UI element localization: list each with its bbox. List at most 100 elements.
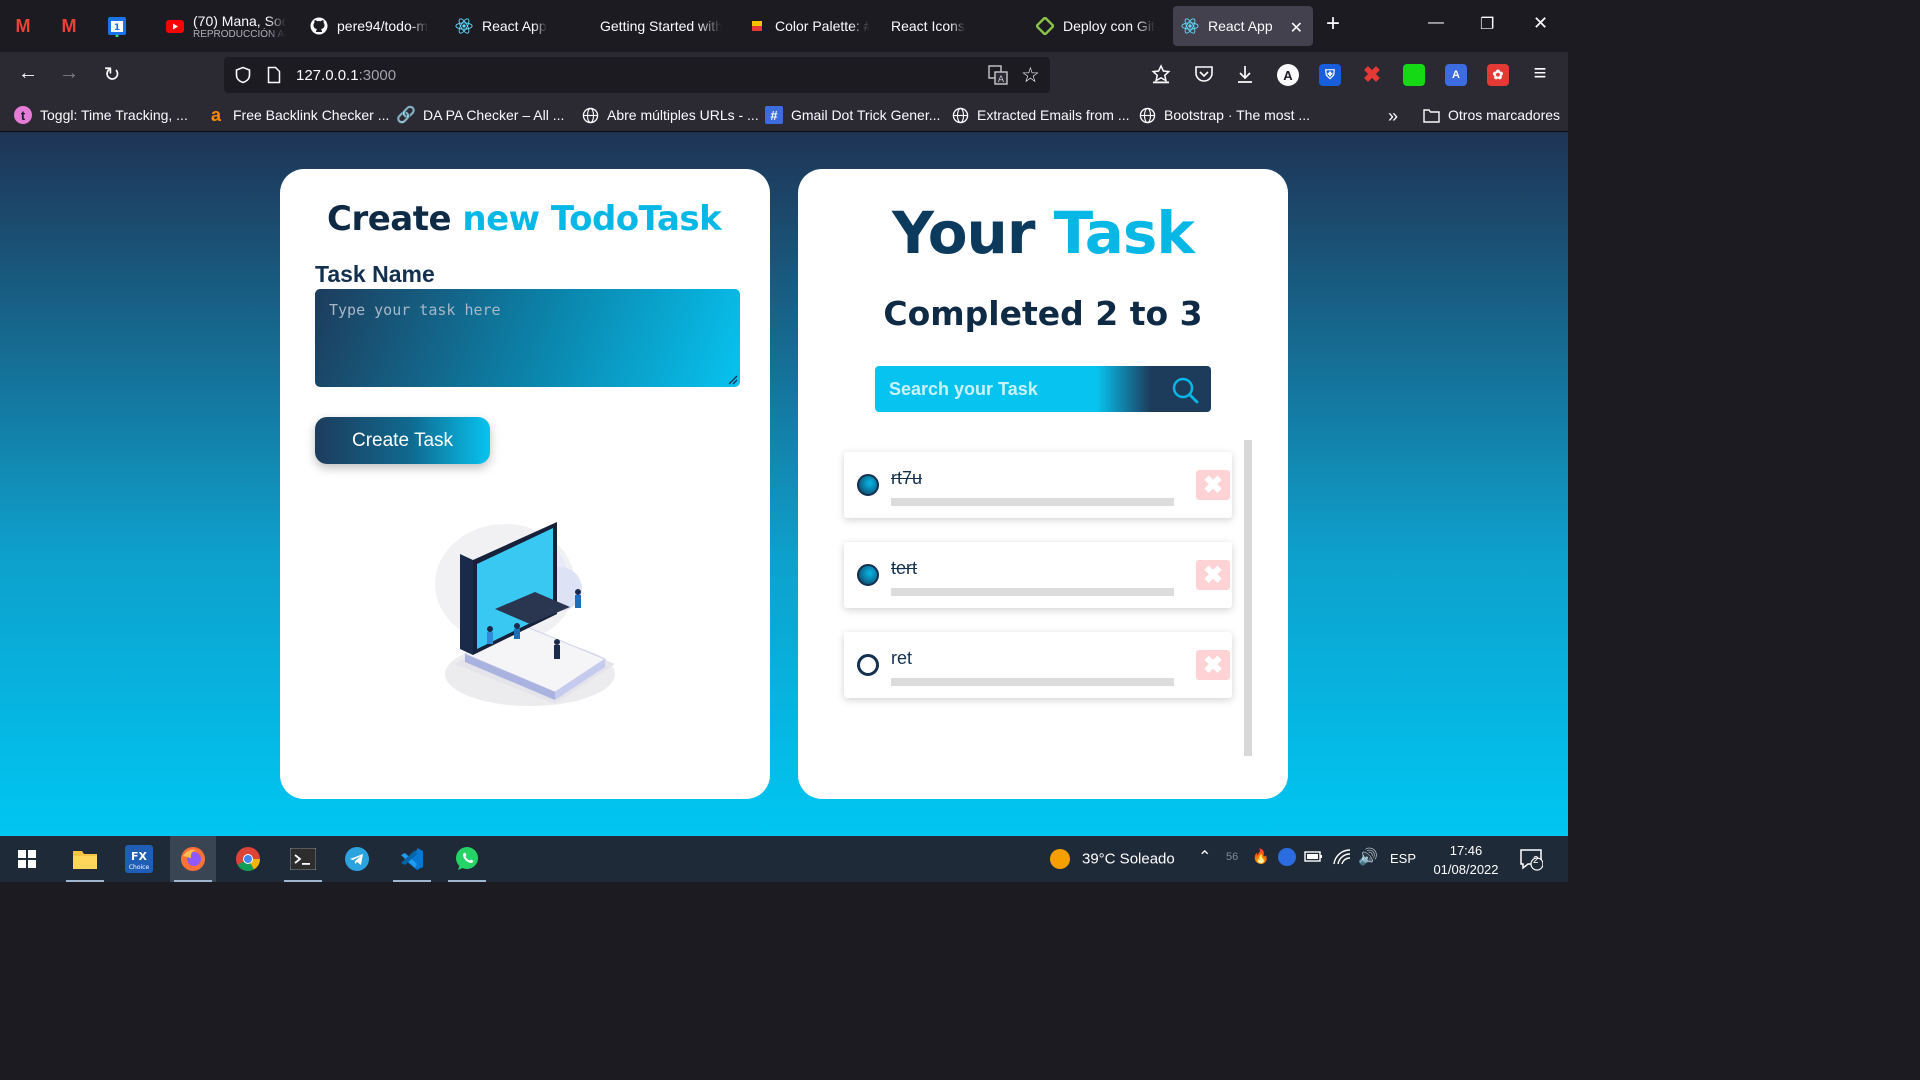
tab-react-app-active[interactable]: React App ✕ [1173, 6, 1313, 46]
task-divider [891, 588, 1174, 596]
url-text: 127.0.0.1:3000 [296, 67, 396, 84]
globe-icon [951, 106, 969, 124]
gmail-pinned-icon[interactable]: M [10, 13, 36, 39]
task-list-scrollbar[interactable] [1244, 440, 1252, 756]
back-icon[interactable]: ← [15, 62, 41, 85]
task-name-input[interactable] [315, 289, 740, 387]
fx-choice-icon[interactable]: FX Choice [116, 836, 162, 882]
close-tab-icon[interactable]: ✕ [1290, 18, 1303, 38]
task-check-icon[interactable] [857, 654, 879, 676]
window-close-icon[interactable]: ✕ [1533, 13, 1548, 34]
vscode-icon[interactable] [389, 836, 435, 882]
terminal-icon[interactable] [280, 836, 326, 882]
workspace-illustration [435, 522, 615, 706]
tray-app-icon[interactable] [1278, 848, 1296, 869]
bitwarden-icon[interactable]: ⛨ [1319, 64, 1341, 86]
tab-label: React Icons [891, 18, 965, 34]
restore-icon[interactable]: ❐ [1480, 14, 1494, 34]
task-check-icon[interactable] [857, 474, 879, 496]
weather-text: 39°C Soleado [1082, 850, 1175, 868]
github-icon [310, 17, 328, 35]
notifications-icon[interactable]: 2 [1519, 847, 1544, 874]
downloads-icon[interactable] [1234, 63, 1256, 90]
bookmarks-overflow-icon[interactable]: » [1388, 106, 1398, 127]
calendar-pinned-icon[interactable]: 1 [104, 13, 130, 39]
bookmark-item[interactable]: t Toggl: Time Tracking, ... [14, 106, 188, 124]
tab-deploy-git[interactable]: Deploy con Git [1028, 6, 1158, 46]
puzzle-extension-icon[interactable]: ✿ [1487, 64, 1509, 86]
delete-task-icon[interactable]: ✖ [1196, 650, 1230, 680]
search-icon[interactable] [1171, 376, 1199, 404]
tab-getting-started[interactable]: Getting Started with [592, 6, 722, 46]
reload-icon[interactable]: ↻ [99, 62, 125, 87]
whatsapp-icon[interactable] [444, 836, 490, 882]
bookmark-item[interactable]: Bootstrap · The most ... [1138, 106, 1310, 124]
other-bookmarks[interactable]: Otros marcadores [1422, 106, 1560, 124]
file-explorer-icon[interactable] [62, 836, 108, 882]
tab-react-icons[interactable]: React Icons [883, 6, 1013, 46]
bookmarks-menu-icon[interactable] [1150, 63, 1172, 90]
telegram-icon[interactable] [334, 836, 380, 882]
task-text: rt7u [891, 468, 923, 488]
task-check-icon[interactable] [857, 564, 879, 586]
bookmark-item[interactable]: Extracted Emails from ... [951, 106, 1129, 124]
green-extension-icon[interactable] [1403, 64, 1425, 86]
wifi-icon[interactable] [1332, 848, 1352, 869]
account-avatar-icon[interactable]: A [1277, 64, 1299, 86]
firefox-icon[interactable] [170, 836, 216, 882]
translate-icon[interactable]: A [988, 65, 1008, 90]
extension-x-icon[interactable]: ✖ [1361, 62, 1383, 87]
completed-counter: Completed 2 to 3 [883, 294, 1203, 333]
tab-youtube[interactable]: (70) Mana, Sod REPRODUCCIÓN AL [158, 6, 286, 46]
bookmark-item[interactable]: a Free Backlink Checker ... [207, 105, 389, 125]
weather-widget[interactable]: 39°C Soleado [1050, 849, 1175, 869]
title-accent: new TodoTask [462, 199, 722, 239]
git-icon [1036, 17, 1054, 35]
task-name-label: Task Name [315, 261, 435, 287]
folder-icon [1422, 106, 1440, 124]
tab-label: React App [482, 18, 547, 34]
clock[interactable]: 17:46 01/08/2022 [1430, 841, 1502, 879]
battery-icon[interactable] [1304, 848, 1324, 867]
pocket-icon[interactable] [1193, 63, 1215, 90]
title-part: Create [327, 199, 452, 239]
task-item: rt7u ✖ [844, 452, 1232, 518]
minimize-icon[interactable]: — [1428, 14, 1444, 32]
url-bar[interactable]: 127.0.0.1:3000 A ☆ [224, 57, 1050, 93]
create-task-button[interactable]: Create Task [315, 417, 490, 464]
page-info-icon[interactable] [267, 66, 281, 89]
shield-icon[interactable] [234, 66, 252, 89]
forward-icon[interactable]: → [56, 62, 82, 85]
bookmark-item[interactable]: # Gmail Dot Trick Gener... [765, 106, 940, 124]
clock-date: 01/08/2022 [1433, 862, 1499, 877]
bookmark-star-icon[interactable]: ☆ [1021, 63, 1040, 88]
task-divider [891, 498, 1174, 506]
volume-icon[interactable]: 🔊 [1358, 847, 1378, 867]
bookmark-label: DA PA Checker – All ... [423, 107, 565, 123]
svg-text:FX: FX [131, 850, 148, 863]
link-icon: 🔗 [396, 107, 416, 124]
delete-task-icon[interactable]: ✖ [1196, 470, 1230, 500]
search-input[interactable] [875, 366, 1155, 412]
tab-github[interactable]: pere94/todo-m [302, 6, 432, 46]
resize-handle-icon[interactable] [726, 373, 738, 385]
sun-icon [1050, 849, 1070, 869]
bookmark-item[interactable]: Abre múltiples URLs - ... [581, 106, 759, 124]
toggl-icon: t [14, 106, 32, 124]
tab-react-app[interactable]: React App [447, 6, 577, 46]
url-host: 127.0.0.1 [296, 67, 359, 84]
tray-flame-icon[interactable]: 🔥 [1252, 848, 1269, 865]
youtube-icon [166, 17, 184, 35]
windows-start-icon[interactable] [4, 836, 50, 882]
hamburger-menu-icon[interactable]: ≡ [1527, 60, 1553, 86]
chrome-icon[interactable] [225, 836, 271, 882]
translate-extension-icon[interactable]: A [1445, 64, 1467, 86]
gmail-pinned-icon-2[interactable]: M [56, 13, 82, 39]
tray-expand-icon[interactable]: ⌃ [1198, 847, 1211, 867]
new-tab-button[interactable]: + [1326, 12, 1340, 36]
tab-label: React App [1208, 18, 1273, 34]
tab-color-palette[interactable]: Color Palette: # [740, 6, 870, 46]
delete-task-icon[interactable]: ✖ [1196, 560, 1230, 590]
bookmark-item[interactable]: 🔗 DA PA Checker – All ... [396, 106, 565, 124]
language-indicator[interactable]: ESP [1390, 851, 1416, 866]
